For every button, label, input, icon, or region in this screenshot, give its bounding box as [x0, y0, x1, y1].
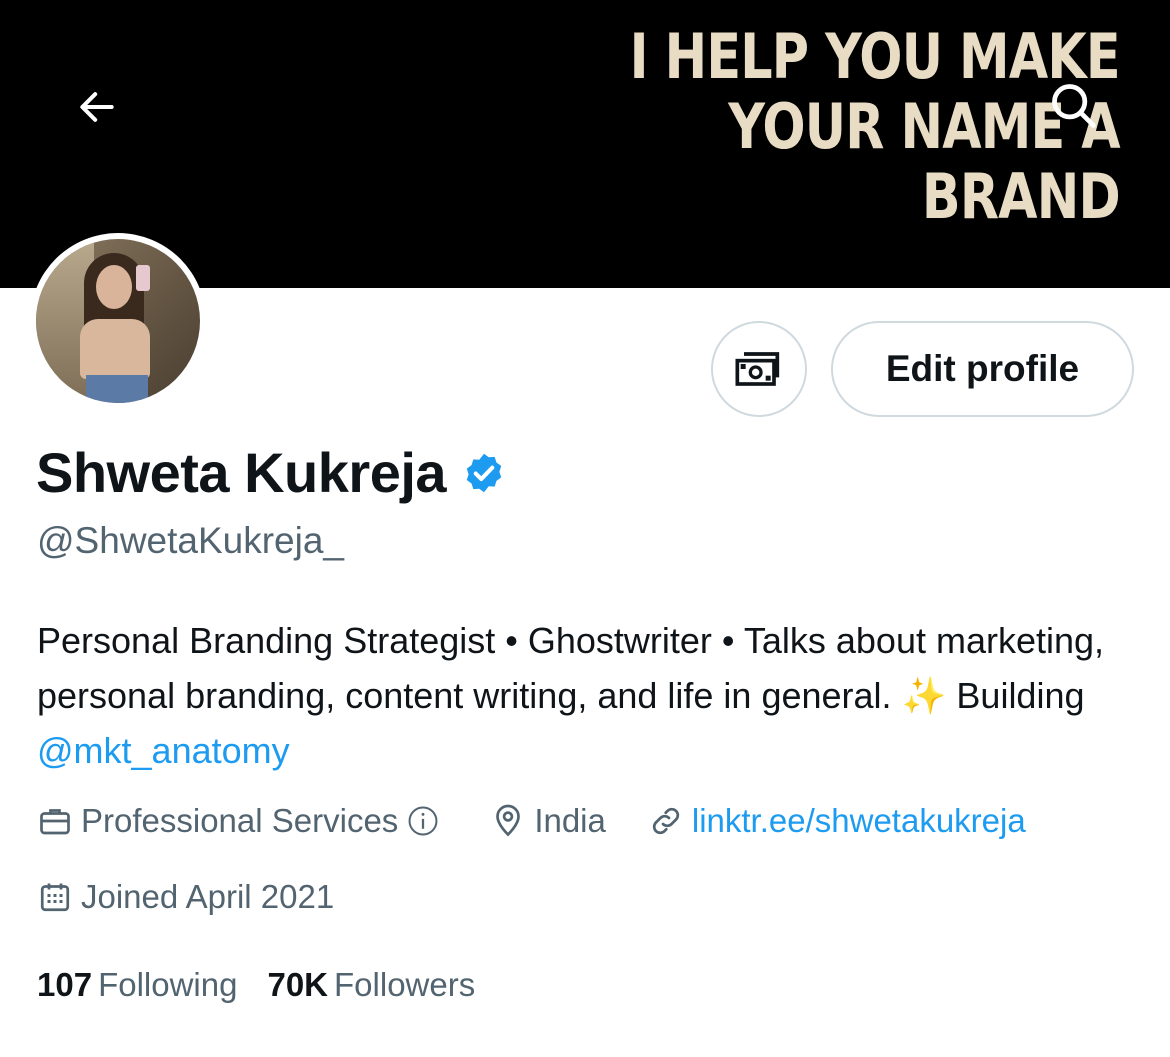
briefcase-icon [40, 809, 70, 835]
following-label: Following [98, 966, 238, 1003]
joined-label: Joined April 2021 [81, 878, 335, 915]
bio-mention-link[interactable]: @mkt_anatomy [37, 730, 290, 771]
followers-count: 70K [267, 966, 329, 1003]
edit-profile-button[interactable]: Edit profile [831, 321, 1134, 417]
search-icon [1052, 84, 1096, 128]
arrow-left-icon [80, 92, 114, 122]
display-name: Shweta Kukreja [36, 441, 447, 504]
category-item: Professional Services [37, 802, 448, 840]
calendar-icon [40, 883, 70, 912]
tips-button[interactable] [711, 321, 807, 417]
handle: @ShwetaKukreja_ [37, 520, 345, 561]
search-button[interactable] [1038, 70, 1110, 142]
profile-banner[interactable]: I HELP YOU MAKE YOUR NAME A BRAND [0, 0, 1170, 288]
location-pin-icon [496, 804, 521, 837]
back-button[interactable] [64, 74, 130, 140]
follow-stats: 107 Following 70K Followers [37, 966, 505, 1004]
location-label: India [534, 802, 606, 839]
category-label: Professional Services [81, 802, 399, 839]
avatar-photo [36, 239, 200, 403]
following-stat[interactable]: 107 Following [37, 966, 237, 1004]
sparkle-emoji: ✨ [901, 675, 947, 716]
website-item[interactable]: linktr.ee/shwetakukreja [648, 802, 1026, 840]
bio-building: Building [956, 675, 1085, 716]
joined-item: Joined April 2021 [37, 878, 334, 916]
money-icon [735, 352, 780, 386]
link-icon [652, 807, 679, 835]
name-row: Shweta Kukreja [36, 438, 506, 508]
joined-row: Joined April 2021 [37, 878, 376, 916]
verified-badge-icon[interactable] [462, 451, 506, 495]
banner-line-3: BRAND [922, 160, 1121, 233]
info-circle-icon[interactable] [406, 804, 448, 838]
location-item: India [490, 802, 606, 840]
avatar[interactable] [30, 233, 206, 409]
following-count: 107 [37, 966, 93, 1003]
website-link[interactable]: linktr.ee/shwetakukreja [692, 802, 1026, 840]
bio: Personal Branding Strategist • Ghostwrit… [37, 613, 1137, 778]
profile-meta-row: Professional Services India linktr.ee/sh… [37, 802, 1068, 840]
followers-stat[interactable]: 70K Followers [267, 966, 475, 1004]
followers-label: Followers [334, 966, 476, 1003]
